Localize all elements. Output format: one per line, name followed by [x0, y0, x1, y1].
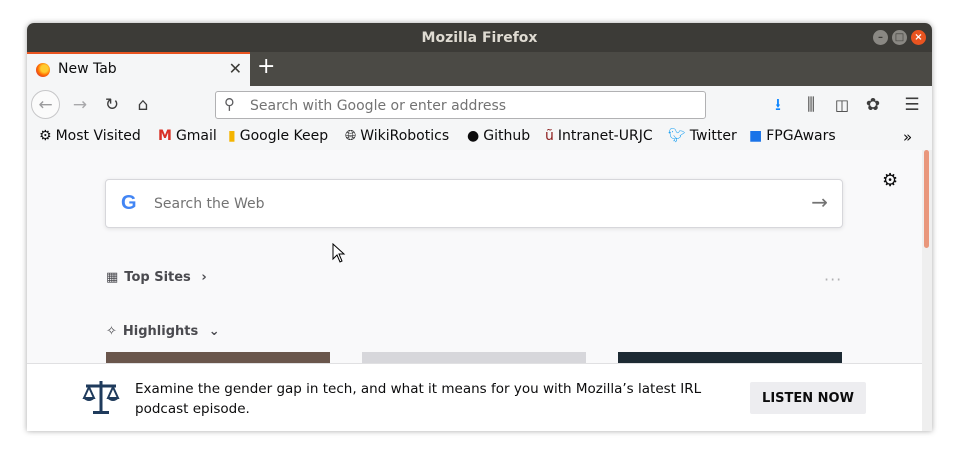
search-icon: ⚲	[224, 95, 235, 113]
customize-gear-icon[interactable]: ⚙	[882, 170, 898, 191]
reload-button[interactable]: ↻	[99, 92, 125, 118]
fpgawars-icon: ■	[749, 128, 763, 144]
chevron-right-icon: ›	[201, 270, 207, 285]
web-search-input[interactable]	[152, 192, 756, 216]
back-button[interactable]: ←	[31, 90, 60, 119]
menu-icon[interactable]: ☰	[899, 92, 925, 118]
bookmark-intranet-urjc[interactable]: ũ Intranet-URJC	[545, 128, 653, 144]
twitter-icon: 🐦︎	[668, 128, 686, 144]
home-button[interactable]: ⌂	[130, 92, 156, 118]
maximize-button[interactable]: □	[892, 30, 907, 45]
scrollbar[interactable]	[922, 150, 932, 431]
keep-icon: ▮	[228, 128, 236, 144]
bookmark-fpgawars[interactable]: ■ FPGAwars	[749, 128, 836, 144]
listen-now-button[interactable]: LISTEN NOW	[750, 382, 866, 414]
minimize-button[interactable]: –	[873, 30, 888, 45]
close-window-button[interactable]: ×	[911, 30, 926, 45]
tab-new-tab[interactable]: New Tab ✕	[27, 52, 250, 86]
promo-banner: Examine the gender gap in tech, and what…	[27, 363, 922, 431]
firefox-icon	[36, 63, 50, 77]
more-options-dots-icon[interactable]: ···	[824, 270, 842, 289]
library-icon[interactable]: ⫼	[798, 92, 824, 118]
top-sites-header[interactable]: ▦ Top Sites ›	[106, 270, 207, 285]
close-tab-icon[interactable]: ✕	[229, 59, 242, 78]
forward-button[interactable]: →	[67, 92, 93, 118]
scrollbar-thumb[interactable]	[924, 150, 929, 248]
search-go-arrow-icon[interactable]: →	[811, 190, 828, 214]
tab-title: New Tab	[58, 61, 117, 77]
url-input[interactable]	[248, 95, 692, 117]
navigation-toolbar: ← → ↻ ⌂ ⚲ ⭳ ⫼ ◫ ✿ ☰	[27, 86, 932, 124]
globe-icon: 🌐︎	[345, 128, 357, 144]
url-bar[interactable]: ⚲	[215, 91, 706, 119]
downloads-icon[interactable]: ⭳	[765, 92, 791, 118]
urjc-icon: ũ	[545, 128, 554, 144]
google-icon: G	[121, 192, 137, 214]
mouse-cursor-icon	[332, 243, 346, 263]
scales-icon	[82, 381, 120, 414]
bookmarks-overflow-chevron-icon[interactable]: »	[903, 128, 912, 146]
github-icon: ●	[467, 128, 480, 144]
firefox-window: Mozilla Firefox – □ × New Tab ✕ + ← → ↻ …	[27, 23, 932, 431]
bookmarks-toolbar: ⚙ Most Visited M Gmail ▮ Google Keep 🌐︎ Wiki…	[27, 124, 932, 151]
chevron-down-icon: ⌄	[208, 324, 220, 339]
new-tab-plus-icon[interactable]: +	[257, 54, 275, 79]
title-bar: Mozilla Firefox – □ ×	[27, 23, 932, 52]
promo-text: Examine the gender gap in tech, and what…	[135, 381, 702, 417]
bookmark-github[interactable]: ● Github	[467, 128, 530, 144]
bookmark-gmail[interactable]: M Gmail	[158, 128, 217, 144]
bookmark-google-keep[interactable]: ▮ Google Keep	[228, 128, 328, 144]
window-title: Mozilla Firefox	[421, 30, 538, 46]
new-tab-page: ⚙ G → ▦Top Sites › ··· ✧Highlights ⌄	[27, 150, 922, 364]
bookmark-twitter[interactable]: 🐦︎ Twitter	[668, 128, 737, 144]
sparkle-icon: ✧	[106, 324, 117, 339]
sidebar-icon[interactable]: ◫	[829, 92, 855, 118]
tab-strip: New Tab ✕ +	[27, 52, 932, 86]
gear-icon: ⚙	[39, 128, 52, 144]
bookmark-wikirobotics[interactable]: 🌐︎ WikiRobotics	[345, 128, 449, 144]
gnome-extension-icon[interactable]: ✿	[860, 92, 886, 118]
grid-icon: ▦	[106, 270, 119, 285]
bookmark-most-visited[interactable]: ⚙ Most Visited	[39, 128, 141, 144]
highlights-header[interactable]: ✧ Highlights ⌄	[106, 324, 220, 339]
web-search-box[interactable]: G →	[105, 179, 843, 228]
gmail-icon: M	[158, 128, 172, 144]
